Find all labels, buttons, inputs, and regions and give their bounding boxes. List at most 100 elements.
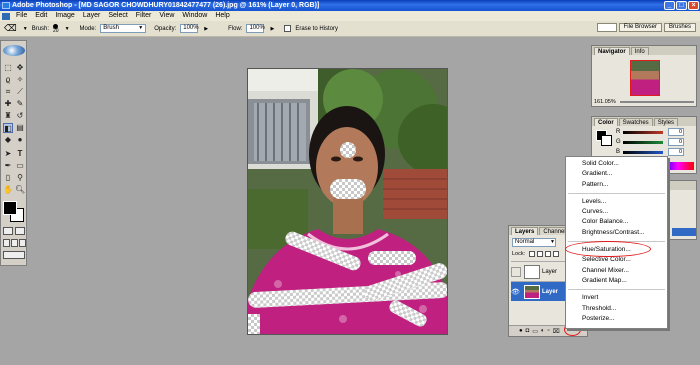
tab-styles[interactable]: Styles	[653, 118, 679, 126]
menu-item-solid-color[interactable]: Solid Color...	[566, 159, 667, 169]
menu-item-curves[interactable]: Curves...	[566, 207, 667, 217]
layer-style-icon[interactable]: ●	[519, 328, 523, 334]
path-selection-tool-icon[interactable]: ➤	[3, 149, 13, 159]
channel-g-input[interactable]: 0	[668, 138, 684, 146]
document-canvas[interactable]	[247, 68, 448, 335]
channel-r-input[interactable]: 0	[668, 128, 684, 136]
menu-select[interactable]: Select	[104, 11, 131, 21]
minimize-button[interactable]: _	[664, 1, 675, 10]
menu-image[interactable]: Image	[51, 11, 78, 21]
eyedropper-tool-icon[interactable]: ⚲	[15, 173, 25, 183]
tab-color[interactable]: Color	[594, 118, 618, 126]
menu-item-brightness-contrast[interactable]: Brightness/Contrast...	[566, 228, 667, 238]
channel-b-slider[interactable]	[623, 151, 663, 154]
slice-tool-icon[interactable]: ⟋	[15, 87, 25, 97]
photoshop-feather-logo[interactable]	[3, 45, 25, 56]
menu-item-gradient-map[interactable]: Gradient Map...	[566, 276, 667, 286]
menu-item-selective-color[interactable]: Selective Color...	[566, 255, 667, 265]
menu-file[interactable]: File	[12, 11, 31, 21]
document-icon[interactable]	[2, 12, 10, 20]
close-button[interactable]: ×	[688, 1, 699, 10]
history-selected-state[interactable]	[672, 228, 696, 236]
menu-filter[interactable]: Filter	[132, 11, 156, 21]
brush-picker[interactable]: 20	[53, 23, 59, 34]
marquee-tool-icon[interactable]: ⬚	[3, 63, 13, 73]
lasso-tool-icon[interactable]: ϱ	[3, 75, 13, 85]
jump-to-imageready-button[interactable]	[3, 251, 25, 259]
navigator-zoom-slider[interactable]	[620, 101, 694, 103]
menu-item-gradient[interactable]: Gradient...	[566, 169, 667, 179]
flow-slider-icon[interactable]: ▶	[270, 26, 274, 32]
menu-item-color-balance[interactable]: Color Balance...	[566, 217, 667, 227]
channel-r-slider[interactable]	[623, 131, 663, 134]
erase-to-history-checkbox[interactable]	[284, 25, 292, 32]
new-layer-icon[interactable]: ▫	[548, 328, 550, 334]
gradient-tool-icon[interactable]: ▤	[15, 123, 25, 133]
screen-mode-full-button[interactable]	[19, 239, 26, 247]
menu-item-threshold[interactable]: Threshold...	[566, 304, 667, 314]
history-brush-tool-icon[interactable]: ↺	[15, 111, 25, 121]
tab-file-browser[interactable]: File Browser	[618, 23, 662, 32]
menu-item-invert[interactable]: Invert	[566, 293, 667, 303]
tab-navigator[interactable]: Navigator	[594, 47, 630, 55]
standard-mode-button[interactable]	[3, 227, 13, 235]
opacity-slider-icon[interactable]: ▶	[204, 26, 208, 32]
menu-item-levels[interactable]: Levels...	[566, 197, 667, 207]
layer-set-icon[interactable]: ▭	[532, 328, 538, 335]
crop-tool-icon[interactable]: ⌗	[3, 87, 13, 97]
trash-icon[interactable]: ⌧	[553, 328, 560, 335]
flow-input[interactable]: 100%	[246, 24, 265, 33]
zoom-tool-icon[interactable]: 🔍︎	[15, 185, 25, 195]
menu-help[interactable]: Help	[211, 11, 233, 21]
healing-brush-tool-icon[interactable]: ✚	[3, 99, 13, 109]
maximize-button[interactable]: □	[676, 1, 687, 10]
pen-tool-icon[interactable]: ✒	[3, 161, 13, 171]
adjustment-layer-icon[interactable]: ◐	[541, 328, 545, 334]
menu-item-pattern[interactable]: Pattern...	[566, 180, 667, 190]
quick-mask-mode-button[interactable]	[15, 227, 25, 235]
navigator-thumbnail[interactable]	[630, 60, 660, 96]
tab-layers[interactable]: Layers	[511, 227, 539, 235]
eye-icon[interactable]: 👁︎	[511, 288, 521, 296]
lock-image-checkbox[interactable]	[537, 251, 543, 257]
screen-mode-standard-button[interactable]	[3, 239, 10, 247]
menu-window[interactable]: Window	[178, 11, 211, 21]
hand-tool-icon[interactable]: ✋	[3, 185, 13, 195]
tab-swatches[interactable]: Swatches	[618, 118, 653, 126]
tool-preset-chevron-icon[interactable]: ▼	[23, 26, 28, 32]
blur-tool-icon[interactable]: ◆	[3, 135, 13, 145]
opacity-input[interactable]: 100%	[180, 24, 199, 33]
screen-mode-full-menu-button[interactable]	[11, 239, 18, 247]
menu-item-channel-mixer[interactable]: Channel Mixer...	[566, 266, 667, 276]
tab-brushes[interactable]: Brushes	[663, 23, 696, 32]
channel-g-slider[interactable]	[623, 141, 663, 144]
menu-view[interactable]: View	[155, 11, 178, 21]
mode-select[interactable]: Brush ▼	[100, 24, 147, 33]
menu-edit[interactable]: Edit	[31, 11, 51, 21]
lock-position-checkbox[interactable]	[545, 251, 551, 257]
brush-tool-icon[interactable]: ✎	[15, 99, 25, 109]
notes-tool-icon[interactable]: ▯	[3, 173, 13, 183]
shape-tool-icon[interactable]: ▭	[15, 161, 25, 171]
layer-visibility-toggle[interactable]	[511, 266, 521, 277]
menu-item-posterize[interactable]: Posterize...	[566, 314, 667, 324]
brush-chevron-icon[interactable]: ▼	[65, 26, 70, 32]
dodge-tool-icon[interactable]: ●	[15, 135, 25, 145]
foreground-color-swatch[interactable]	[3, 201, 17, 215]
color-background-swatch[interactable]	[601, 135, 612, 146]
flow-label: Flow:	[228, 25, 243, 32]
tab-info[interactable]: Info	[630, 47, 649, 55]
lock-transparency-checkbox[interactable]	[529, 251, 535, 257]
type-tool-icon[interactable]: T	[15, 149, 25, 159]
lock-all-checkbox[interactable]	[553, 251, 559, 257]
blend-mode-select[interactable]: Normal ▼	[512, 238, 556, 247]
menu-layer[interactable]: Layer	[79, 11, 105, 21]
clone-stamp-tool-icon[interactable]: ♜	[3, 111, 13, 121]
layer-mask-icon[interactable]: ◘	[526, 328, 530, 334]
move-tool-icon[interactable]: ✥	[15, 63, 25, 73]
magic-wand-tool-icon[interactable]: ✧	[15, 75, 25, 85]
eraser-tool-icon[interactable]: ◧	[3, 123, 13, 133]
navigator-zoom[interactable]: 161.05%	[594, 99, 616, 105]
eraser-tool-icon[interactable]: ⌫	[4, 23, 17, 34]
channel-b-input[interactable]: 0	[668, 148, 684, 156]
